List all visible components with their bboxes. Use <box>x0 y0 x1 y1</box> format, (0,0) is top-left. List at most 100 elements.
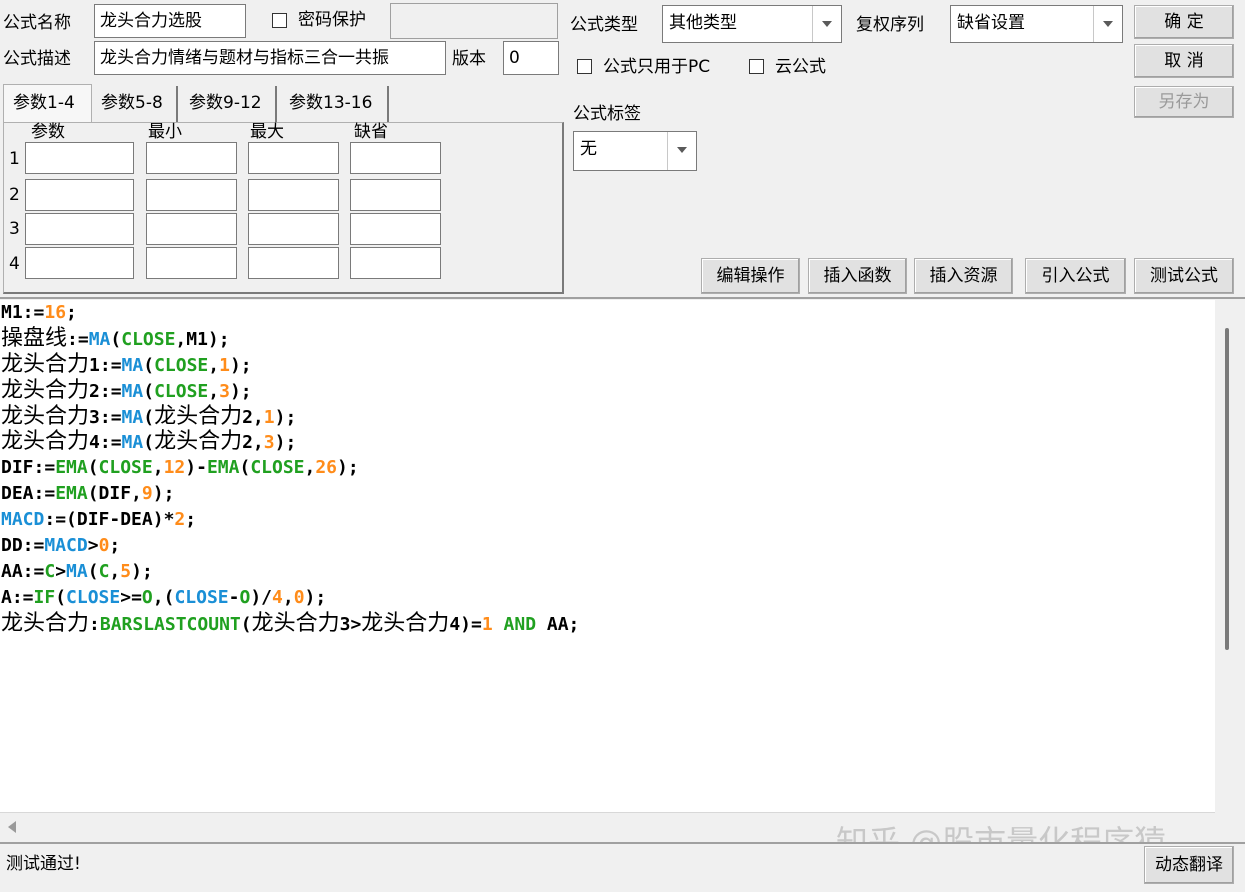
param-row-label: 2 <box>9 185 20 205</box>
version-label: 版本 <box>452 49 486 69</box>
formula-desc-input[interactable]: 龙头合力情绪与题材与指标三合一共振 <box>94 41 446 75</box>
code-line: MACD:=(DIF-DEA)*2; <box>0 507 1215 533</box>
formula-type-select[interactable]: 其他类型 <box>662 5 842 43</box>
code-token: M1:= <box>1 302 45 323</box>
code-token: AA; <box>536 613 580 635</box>
code-line: M1:=16; <box>0 300 1215 326</box>
chevron-down-icon[interactable] <box>1093 6 1122 42</box>
code-line: AA:=C>MA(C,5); <box>0 559 1215 585</box>
param3-name-input[interactable] <box>25 213 134 245</box>
code-token: 16 <box>44 302 67 323</box>
import-formula-button[interactable]: 引入公式 <box>1025 258 1126 294</box>
code-token: ,M1); <box>175 328 230 350</box>
param3-default-input[interactable] <box>350 213 441 245</box>
code-token: (DIF, <box>87 483 142 505</box>
code-token: A:= <box>1 586 34 608</box>
password-label: 密码保护 <box>298 10 366 30</box>
param1-default-input[interactable] <box>350 142 441 174</box>
code-token: 龙头合力 <box>1 429 90 455</box>
status-message: 测试通过! <box>6 854 81 874</box>
formula-tag-select[interactable]: 无 <box>573 131 697 171</box>
param4-default-input[interactable] <box>350 247 441 279</box>
code-token: MACD <box>1 509 45 531</box>
code-token: ( <box>240 613 252 635</box>
param4-min-input[interactable] <box>146 247 237 279</box>
code-token: ( <box>239 457 251 479</box>
code-token: MA <box>121 432 144 454</box>
tab-params-13-16[interactable]: 参数13-16 <box>280 86 389 122</box>
code-token: , <box>282 586 294 608</box>
password-input[interactable] <box>390 3 558 39</box>
param4-max-input[interactable] <box>248 247 339 279</box>
code-token: ); <box>337 457 359 479</box>
dynamic-translate-button[interactable]: 动态翻译 <box>1144 846 1234 884</box>
param3-min-input[interactable] <box>146 213 237 245</box>
version-input[interactable]: 0 <box>503 41 559 75</box>
tab-params-9-12[interactable]: 参数9-12 <box>180 86 277 122</box>
scroll-left-icon[interactable] <box>8 821 16 833</box>
code-editor[interactable]: M1:=16; 操盘线:=MA(CLOSE,M1); 龙头合力1:=MA(CLOSE… <box>0 300 1215 812</box>
vertical-scroll-thumb[interactable] <box>1225 328 1229 650</box>
param3-max-input[interactable] <box>248 213 339 245</box>
param1-name-input[interactable] <box>25 142 134 174</box>
test-formula-button[interactable]: 测试公式 <box>1134 258 1234 294</box>
code-token: 龙头合力 <box>154 429 243 455</box>
code-token: , <box>208 354 220 376</box>
code-token: ( <box>55 586 67 608</box>
code-token: ,( <box>152 586 175 608</box>
code-line: A:=IF(CLOSE>=O,(CLOSE-O)/4,0); <box>0 585 1215 611</box>
formula-tag-value: 无 <box>580 139 597 159</box>
code-token: 3 <box>263 432 275 454</box>
param1-min-input[interactable] <box>146 142 237 174</box>
chevron-down-icon[interactable] <box>812 6 841 42</box>
param2-max-input[interactable] <box>248 179 339 211</box>
code-token: 1:= <box>89 354 122 376</box>
code-token: 9 <box>141 483 153 505</box>
code-token: : <box>89 613 100 635</box>
code-token: DIF:= <box>1 457 56 479</box>
insert-resource-button[interactable]: 插入资源 <box>914 258 1013 294</box>
password-checkbox[interactable] <box>272 13 287 28</box>
pc-only-label: 公式只用于PC <box>603 57 711 77</box>
cancel-button[interactable]: 取 消 <box>1134 44 1234 78</box>
param-row-label: 1 <box>9 149 20 169</box>
code-token: 4 <box>272 586 283 608</box>
pc-only-checkbox[interactable] <box>577 59 592 74</box>
code-token: ); <box>131 560 153 582</box>
param2-default-input[interactable] <box>350 179 441 211</box>
vertical-scrollbar[interactable] <box>1215 300 1245 812</box>
param4-name-input[interactable] <box>25 247 134 279</box>
ok-button[interactable]: 确 定 <box>1134 5 1234 39</box>
param-col-name: 参数 <box>31 122 65 142</box>
param2-min-input[interactable] <box>146 179 237 211</box>
code-token: ( <box>143 432 155 454</box>
rights-series-select[interactable]: 缺省设置 <box>950 5 1123 43</box>
code-token: , <box>109 560 121 582</box>
code-token: 2:= <box>89 380 122 402</box>
param2-name-input[interactable] <box>25 179 134 211</box>
cloud-checkbox[interactable] <box>749 59 764 74</box>
param1-max-input[interactable] <box>248 142 339 174</box>
edit-ops-button[interactable]: 编辑操作 <box>701 258 800 294</box>
code-token: 3 <box>219 380 230 402</box>
rights-series-label: 复权序列 <box>856 15 924 35</box>
formula-name-input[interactable]: 龙头合力选股 <box>94 4 246 38</box>
chevron-down-icon[interactable] <box>667 132 696 170</box>
code-token: > <box>55 560 67 582</box>
code-token: MA <box>66 560 88 582</box>
code-token: 5 <box>120 560 132 582</box>
code-token: 1 <box>219 354 230 376</box>
code-token: :=(DIF-DEA)* <box>44 509 175 531</box>
code-line: 操盘线:=MA(CLOSE,M1); <box>0 326 1215 352</box>
tab-params-1-4[interactable]: 参数1-4 <box>3 84 92 124</box>
param-row-label: 3 <box>9 219 20 239</box>
code-token: MA <box>121 380 144 402</box>
insert-function-button[interactable]: 插入函数 <box>808 258 907 294</box>
save-as-button[interactable]: 另存为 <box>1134 86 1234 118</box>
code-token: EMA <box>55 483 88 505</box>
tab-params-5-8[interactable]: 参数5-8 <box>92 86 178 122</box>
param-col-default: 缺省 <box>354 122 388 142</box>
param-row-label: 4 <box>9 254 20 274</box>
formula-type-label: 公式类型 <box>570 15 638 35</box>
code-line: 龙头合力1:=MA(CLOSE,1); <box>0 352 1215 378</box>
